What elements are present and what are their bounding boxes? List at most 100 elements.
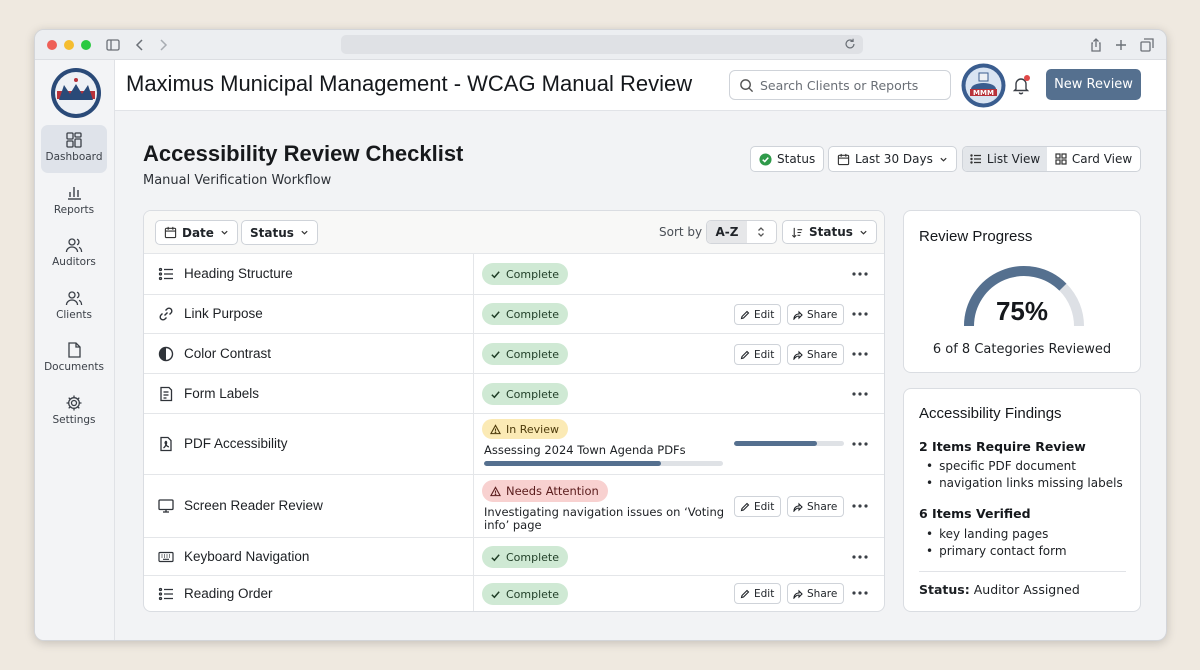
sidebar-item-dashboard[interactable]: Dashboard bbox=[41, 125, 107, 173]
search-icon bbox=[740, 79, 754, 93]
sidebar: Dashboard Reports Auditors Clients Docum… bbox=[35, 60, 115, 640]
share-button[interactable]: Share bbox=[787, 583, 845, 604]
table-row[interactable]: Heading Structure Complete bbox=[144, 254, 884, 295]
share-arrow-icon bbox=[793, 310, 803, 320]
more-options-icon[interactable] bbox=[850, 269, 870, 279]
column-divider bbox=[473, 295, 474, 333]
status-value: Auditor Assigned bbox=[973, 582, 1080, 597]
edit-button[interactable]: Edit bbox=[734, 304, 782, 325]
date-filter-dropdown[interactable]: Date bbox=[155, 220, 238, 245]
more-options-icon[interactable] bbox=[850, 309, 870, 319]
check-icon bbox=[491, 350, 500, 358]
date-range-label: Last 30 Days bbox=[855, 152, 933, 166]
share-icon[interactable] bbox=[1088, 37, 1104, 53]
sidebar-item-documents[interactable]: Documents bbox=[41, 335, 107, 383]
user-group-icon bbox=[65, 291, 83, 306]
more-options-icon[interactable] bbox=[850, 552, 870, 562]
avatar[interactable]: MMM bbox=[961, 63, 1006, 108]
users-icon bbox=[65, 238, 83, 253]
table-row[interactable]: Reading Order Complete Edit Share bbox=[144, 576, 884, 611]
more-options-icon[interactable] bbox=[850, 501, 870, 511]
review-progress-card: Review Progress 75% 6 of 8 Categories Re… bbox=[903, 210, 1141, 373]
table-row[interactable]: Screen Reader Review Needs Attention Inv… bbox=[144, 475, 884, 538]
more-options-icon[interactable] bbox=[850, 588, 870, 598]
edit-button[interactable]: Edit bbox=[734, 583, 782, 604]
edit-button[interactable]: Edit bbox=[734, 496, 782, 517]
minimize-window-button[interactable] bbox=[64, 40, 74, 50]
divider bbox=[919, 571, 1126, 572]
check-icon bbox=[491, 390, 500, 398]
address-bar[interactable] bbox=[341, 35, 863, 54]
sidebar-item-label: Auditors bbox=[52, 256, 96, 268]
table-row[interactable]: Link Purpose Complete Edit Share bbox=[144, 295, 884, 334]
maximize-window-button[interactable] bbox=[81, 40, 91, 50]
dashboard-icon bbox=[66, 132, 82, 148]
new-tab-icon[interactable] bbox=[1113, 37, 1129, 53]
app-title: Maximus Municipal Management - WCAG Manu… bbox=[126, 71, 693, 96]
date-range-dropdown[interactable]: Last 30 Days bbox=[828, 146, 957, 172]
more-options-icon[interactable] bbox=[850, 349, 870, 359]
status-badge: Complete bbox=[482, 303, 569, 325]
status-badge: Complete bbox=[482, 583, 569, 605]
sort-value: A-Z bbox=[707, 221, 747, 243]
logo-icon[interactable] bbox=[50, 67, 102, 119]
status-badge-label: Complete bbox=[506, 267, 560, 281]
row-name: PDF Accessibility bbox=[184, 436, 288, 451]
edit-button[interactable]: Edit bbox=[734, 344, 782, 365]
table-row[interactable]: Keyboard Navigation Complete bbox=[144, 538, 884, 576]
notifications-button[interactable] bbox=[1011, 75, 1031, 95]
share-arrow-icon bbox=[793, 589, 803, 599]
row-name: Screen Reader Review bbox=[184, 498, 323, 513]
sort-selector[interactable]: A-Z bbox=[706, 220, 777, 244]
findings-status: Status: Auditor Assigned bbox=[919, 582, 1080, 597]
table-row[interactable]: Color Contrast Complete Edit Share bbox=[144, 334, 884, 374]
findings-card: Accessibility Findings 2 Items Require R… bbox=[903, 388, 1141, 612]
sidebar-item-clients[interactable]: Clients bbox=[41, 283, 107, 331]
sort-icon bbox=[791, 227, 803, 238]
sidebar-toggle-icon[interactable] bbox=[105, 37, 121, 53]
sidebar-item-reports[interactable]: Reports bbox=[41, 178, 107, 226]
more-options-icon[interactable] bbox=[850, 439, 870, 449]
pencil-icon bbox=[740, 502, 750, 511]
reload-icon[interactable] bbox=[843, 37, 857, 51]
up-down-icon bbox=[758, 227, 764, 237]
edit-label: Edit bbox=[754, 587, 775, 600]
forward-icon[interactable] bbox=[155, 37, 171, 53]
table-row[interactable]: Form Labels Complete bbox=[144, 374, 884, 414]
share-button[interactable]: Share bbox=[787, 304, 845, 325]
warning-icon bbox=[490, 485, 501, 496]
sidebar-item-auditors[interactable]: Auditors bbox=[41, 230, 107, 278]
calendar-icon bbox=[837, 153, 850, 165]
edit-label: Edit bbox=[754, 308, 775, 321]
status-badge: Complete bbox=[482, 383, 569, 405]
search-box[interactable] bbox=[729, 70, 951, 100]
column-divider bbox=[473, 374, 474, 413]
review-item: specific PDF document bbox=[926, 459, 1076, 473]
status-sort-label: Status bbox=[809, 225, 853, 239]
status-filter-dropdown[interactable]: Status bbox=[241, 220, 318, 245]
check-icon bbox=[491, 270, 500, 278]
list-view-button[interactable]: List View bbox=[963, 147, 1048, 171]
pdf-icon bbox=[160, 436, 172, 452]
tab-overview-icon[interactable] bbox=[1139, 37, 1155, 53]
page-subtitle: Manual Verification Workflow bbox=[143, 173, 332, 188]
table-row[interactable]: PDF Accessibility In Review Assessing 20… bbox=[144, 414, 884, 475]
search-input[interactable] bbox=[760, 76, 945, 95]
more-options-icon[interactable] bbox=[850, 389, 870, 399]
share-button[interactable]: Share bbox=[787, 344, 845, 365]
keyboard-icon bbox=[158, 551, 174, 563]
share-button[interactable]: Share bbox=[787, 496, 845, 517]
share-arrow-icon bbox=[793, 350, 803, 360]
grid-icon bbox=[1055, 153, 1067, 165]
close-window-button[interactable] bbox=[47, 40, 57, 50]
card-view-button[interactable]: Card View bbox=[1047, 147, 1140, 171]
sidebar-item-settings[interactable]: Settings bbox=[41, 388, 107, 436]
sidebar-item-label: Documents bbox=[44, 361, 104, 373]
pencil-icon bbox=[740, 350, 750, 359]
review-heading: 2 Items Require Review bbox=[919, 439, 1086, 454]
status-sort-dropdown[interactable]: Status bbox=[782, 220, 877, 244]
status-filter-button[interactable]: Status bbox=[750, 146, 825, 172]
new-review-button[interactable]: New Review bbox=[1046, 69, 1141, 100]
back-icon[interactable] bbox=[132, 37, 148, 53]
verified-heading: 6 Items Verified bbox=[919, 506, 1031, 521]
